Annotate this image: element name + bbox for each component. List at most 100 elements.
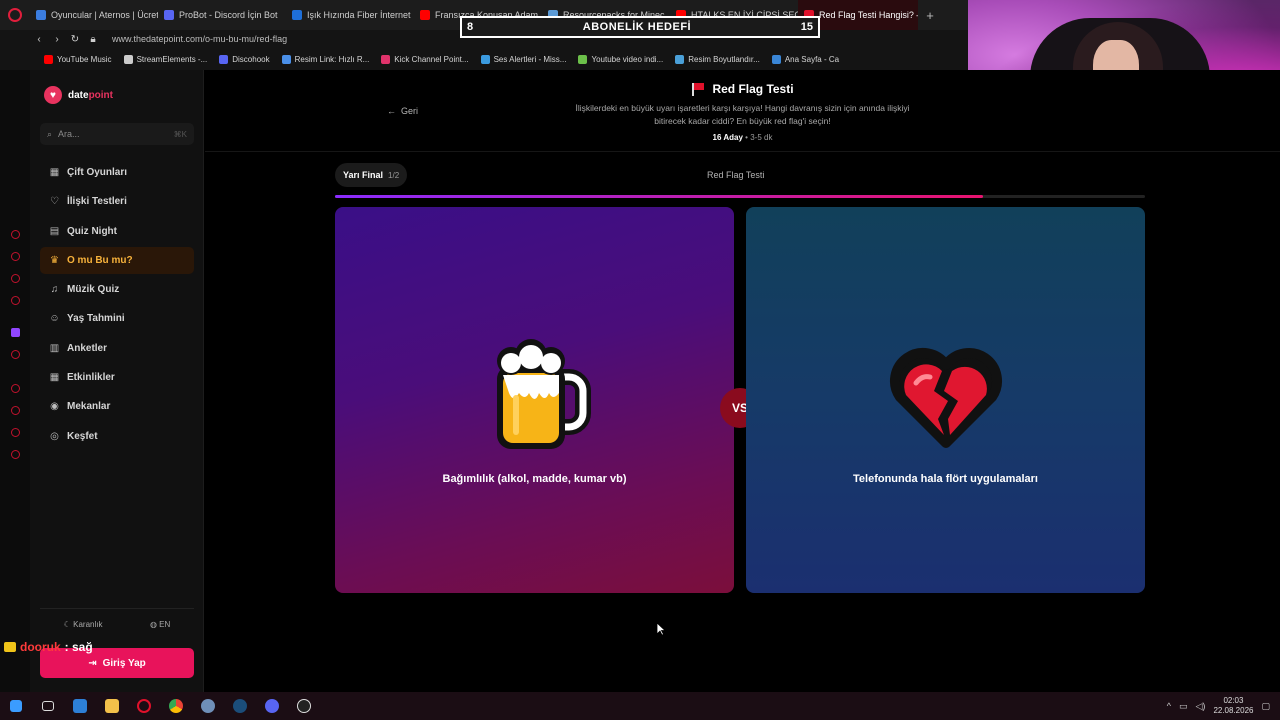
search-input[interactable]: ⌕ Ara... ⌘K [40,123,194,145]
menu-icon: ♫ [50,284,59,296]
globe-icon: ◍ [149,620,160,629]
sidebar-item-label: Etkinlikler [67,372,115,384]
bookmark-favicon-icon [44,54,53,64]
bookmark-item[interactable]: YouTube Music [44,54,112,64]
reload-icon[interactable]: ↻ [66,34,84,45]
forward-arrow-icon[interactable]: › [48,34,66,45]
twitch-icon[interactable] [11,328,20,337]
bookmark-item[interactable]: Ana Sayfa - Ca [771,54,839,64]
sidebar-item[interactable]: ▦ Etkinlikler [40,364,194,391]
bookmark-favicon-icon [281,54,291,64]
bookmark-item[interactable]: StreamElements -... [123,54,207,64]
message-icon[interactable] [11,274,20,283]
sidebar-item[interactable]: ♡ İlişki Testleri [40,188,194,215]
bookmark-label: Discohook [232,54,270,64]
sidebar-item[interactable]: ▦ Çift Oyunları [40,159,194,186]
settings-icon[interactable] [11,450,20,459]
windows-start-icon[interactable] [0,692,32,720]
bookmark-favicon-icon [675,54,685,64]
chrome-icon[interactable] [160,692,192,720]
clock-icon[interactable] [11,406,20,415]
bookmark-item[interactable]: Resim Boyutlandır... [675,54,760,64]
bookmark-item[interactable]: Resim Link: Hızlı R... [281,54,369,64]
option-card-left[interactable]: Bağımlılık (alkol, madde, kumar vb) [335,207,734,593]
option-card-right[interactable]: Telefonunda hala flört uygulamaları [746,207,1145,593]
menu-icon: ▦ [49,372,60,384]
youtube-icon [420,10,430,20]
url-field[interactable]: www.thedatepoint.com/o-mu-bu-mu/red-flag [112,34,287,44]
aternos-icon [36,10,46,20]
news-icon[interactable] [11,296,20,305]
bookmark-item[interactable]: Ses Alertleri - Miss... [480,54,566,64]
chat-username: dooruk [20,640,61,654]
sidebar-item[interactable]: ◉ Mekanlar [40,393,194,420]
game-header: ← Geri Red Flag Testi İlişkilerdeki en b… [205,70,1280,152]
new-tab-button[interactable]: + [918,8,942,23]
crown-badge-icon [4,642,16,652]
menu-icon: ◉ [50,401,59,413]
arrow-left-icon: ← [387,106,396,116]
steam-icon[interactable] [224,692,256,720]
game-info: Red Flag Testi İlişkilerdeki en büyük uy… [565,82,920,142]
bookmark-favicon-icon [578,54,588,64]
chat-text: : sağ [64,640,93,654]
round-label: Yarı Final [343,170,384,180]
site-logo[interactable]: ♥ datepoint [44,86,113,104]
sidebar-item[interactable]: ☺ Yaş Tahmini [40,305,194,332]
network-icon[interactable]: ▭ [1179,701,1188,712]
back-label: Geri [401,106,419,116]
back-link[interactable]: ← Geri [387,106,418,116]
x-icon[interactable] [11,350,20,359]
browser-tab[interactable]: Oyuncular | Aternos | Ücret [30,0,158,30]
heart-logo-icon: ♥ [44,86,62,104]
browser-tab[interactable]: Işık Hızında Fiber İnternet [286,0,414,30]
opera-gx-taskbar-icon[interactable] [128,692,160,720]
logo-suffix: point [88,89,113,101]
game-duration: 3-5 dk [750,133,773,142]
player-icon[interactable] [11,384,20,393]
login-label: Giriş Yap [102,657,146,669]
browser-side-rail [0,70,30,692]
goal-target: 15 [800,21,813,33]
bookmark-favicon-icon [219,54,229,64]
discord-taskbar-icon[interactable] [256,692,288,720]
bookmark-item[interactable]: Youtube video indi... [578,54,664,64]
sidebar-item[interactable]: ▥ Anketler [40,335,194,362]
game-description: İlişkilerdeki en büyük uyarı işaretleri … [575,103,910,126]
chat-icon[interactable] [11,428,20,437]
language-toggle[interactable]: ◍ EN [150,620,170,629]
notification-icon[interactable]: ▢ [1261,701,1270,712]
bookmark-item[interactable]: Kick Channel Point... [381,54,469,64]
sidebar-item[interactable]: ◎ Keşfet [40,423,194,450]
obs-icon[interactable] [288,692,320,720]
task-view-icon[interactable] [32,692,64,720]
store-icon[interactable] [64,692,96,720]
bookmark-label: Kick Channel Point... [394,54,469,64]
sidebar-item[interactable]: ♛ O mu Bu mu? [40,246,194,274]
app-icon[interactable] [192,692,224,720]
bookmark-label: Youtube video indi... [591,54,664,64]
game-title-text: Red Flag Testi [712,82,794,96]
clock[interactable]: 02:03 22.08.2026 [1213,696,1253,716]
volume-icon[interactable]: ◁) [1196,701,1206,712]
taskbar: ^ ▭ ◁) 02:03 22.08.2026 ▢ [0,692,1280,720]
theme-toggle[interactable]: ☾ Karanlık [64,620,103,629]
file-explorer-icon[interactable] [96,692,128,720]
bag-icon[interactable] [11,252,20,261]
beer-mug-icon [496,339,591,449]
sidebar-item-label: Keşfet [67,430,98,442]
sidebar-item[interactable]: ♫ Müzik Quiz [40,276,194,303]
sidebar-item[interactable]: ▤ Quiz Night [40,218,194,245]
browser-tab[interactable]: ProBot - Discord İçin Bot [158,0,286,30]
bookmark-label: YouTube Music [57,54,112,64]
sidebar: ♥ datepoint ⌕ Ara... ⌘K ▦ Çift Oyunları ♡ İ… [30,70,204,692]
game-meta: 16 Aday • 3-5 dk [565,133,920,142]
round-title: Red Flag Testi [707,170,765,180]
opera-gx-icon[interactable] [0,0,30,30]
back-arrow-icon[interactable]: ‹ [30,34,48,45]
bookmark-label: Resim Boyutlandır... [688,54,760,64]
bookmark-item[interactable]: Discohook [219,54,270,64]
chevron-up-icon[interactable]: ^ [1167,701,1171,711]
clock-date: 22.08.2026 [1213,706,1254,715]
history-icon[interactable] [11,230,20,239]
